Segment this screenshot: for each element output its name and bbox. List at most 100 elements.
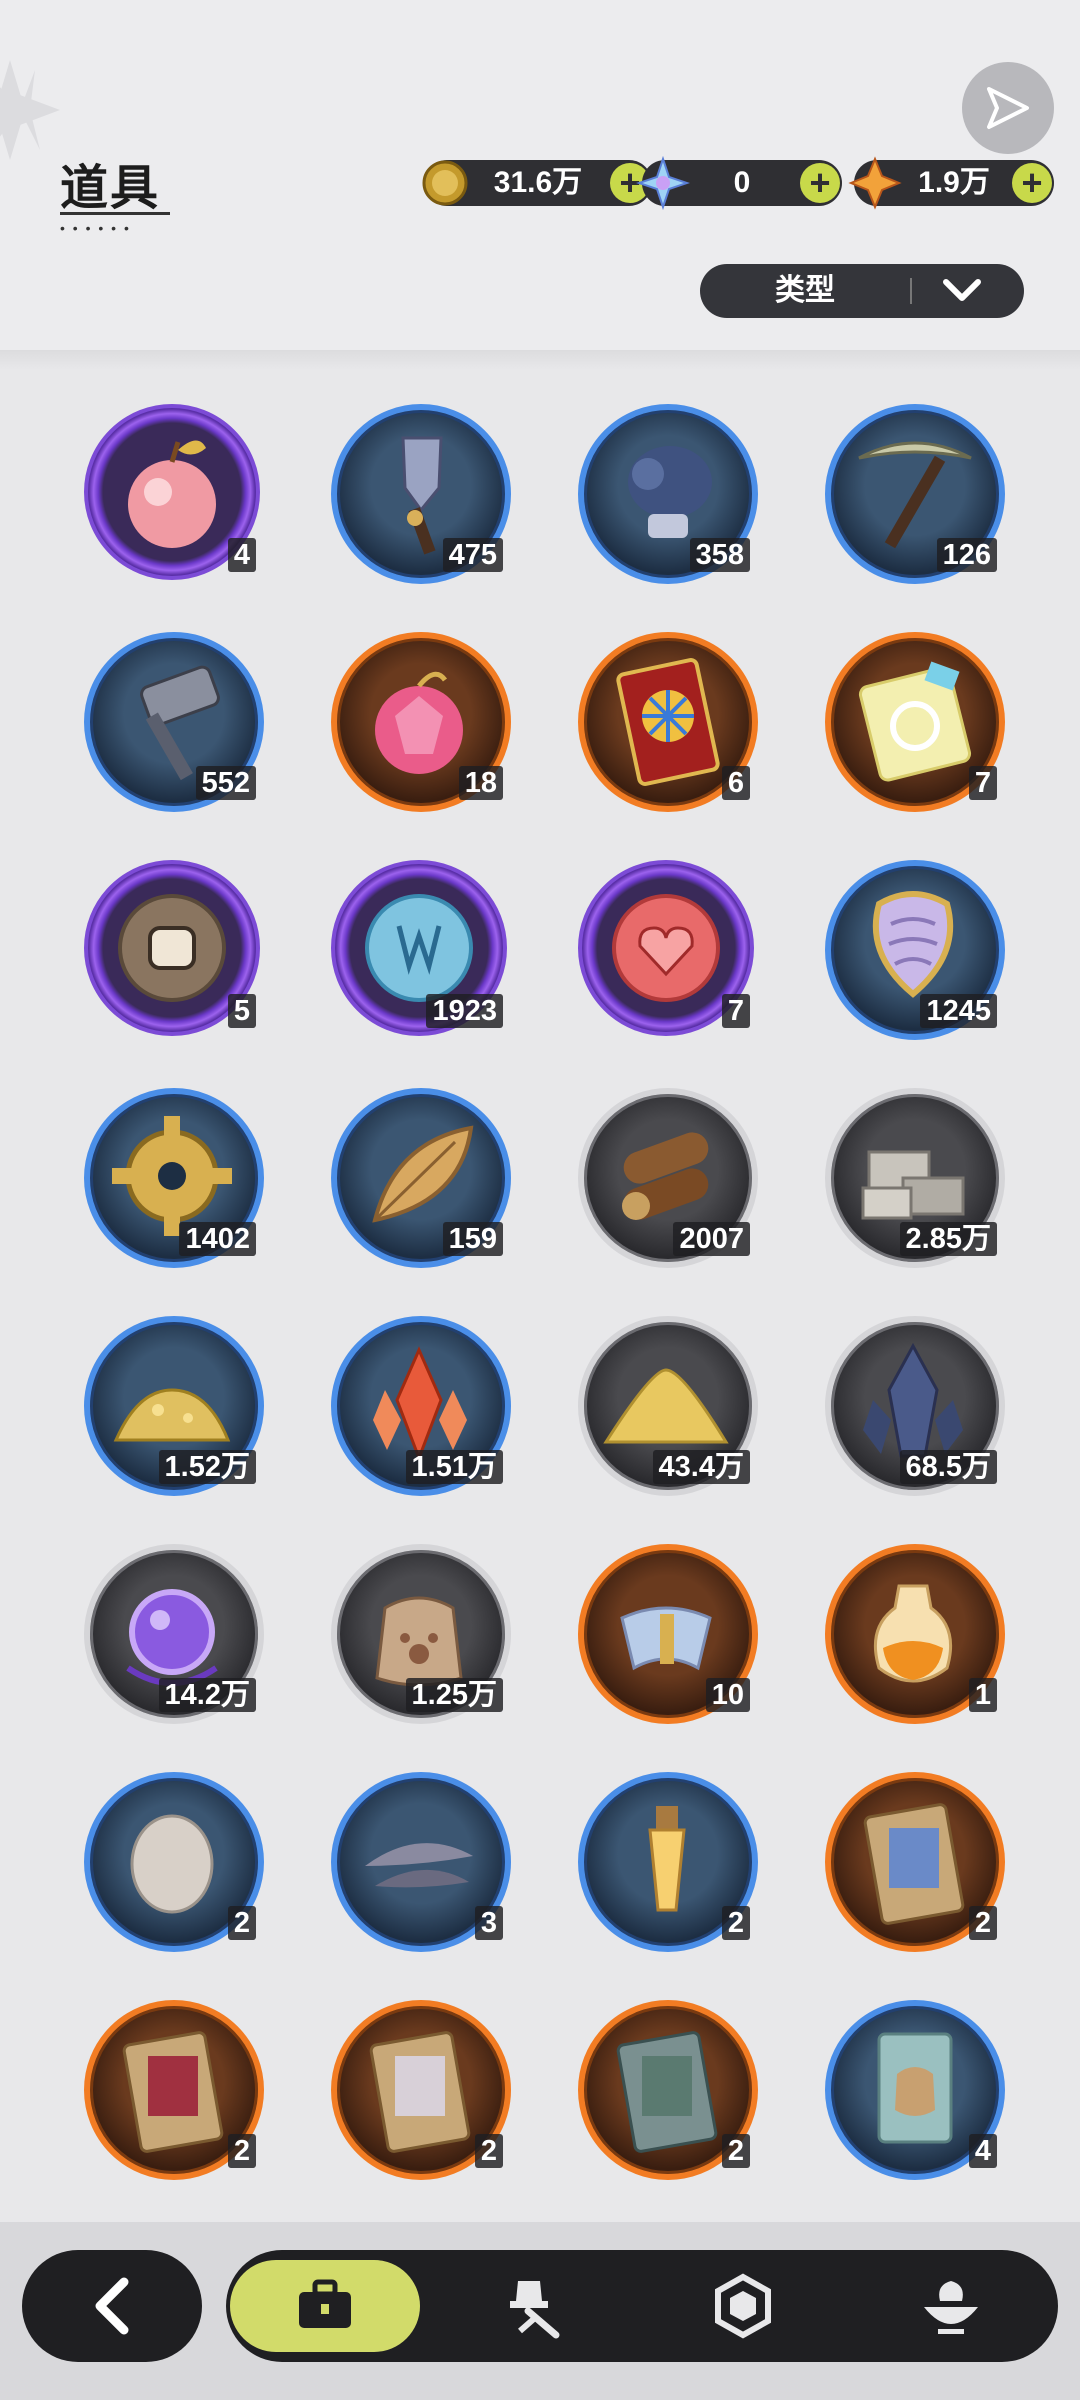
item-quantity: 2 [721, 1906, 750, 1940]
feathers-icon [365, 1843, 473, 1888]
item-quantity: 14.2万 [158, 1678, 256, 1712]
item-quantity: 5 [227, 994, 256, 1028]
item-slot[interactable]: 4 [825, 2000, 1005, 2180]
item-quantity: 68.5万 [899, 1450, 997, 1484]
item-quantity: 1.52万 [158, 1450, 256, 1484]
item-slot[interactable]: 2.85万 [825, 1088, 1005, 1268]
item-quantity: 4 [968, 2134, 997, 2168]
item-slot[interactable]: 43.4万 [578, 1316, 758, 1496]
item-quantity: 1245 [920, 994, 997, 1028]
item-slot[interactable]: 10 [578, 1544, 758, 1724]
star-crystal-amount: 0 [733, 166, 751, 199]
item-slot[interactable]: 1923 [331, 860, 507, 1036]
item-quantity: 2.85万 [899, 1222, 997, 1256]
album-white-icon [369, 2031, 471, 2153]
add-orange-crystal-button[interactable]: + [1012, 163, 1052, 203]
orange-crystal-amount: 1.9万 [918, 166, 990, 199]
bag-icon [299, 2279, 351, 2328]
item-slot[interactable]: 6 [578, 632, 758, 812]
item-quantity: 126 [936, 538, 997, 572]
album-green-icon [616, 2031, 718, 2153]
album-red-icon [122, 2031, 224, 2153]
item-slot[interactable]: 2 [331, 2000, 511, 2180]
item-slot[interactable]: 7 [825, 632, 1005, 812]
title-underline [60, 212, 170, 215]
item-slot[interactable]: 14.2万 [84, 1544, 264, 1724]
type-filter-dropdown[interactable]: 类型 [700, 264, 1024, 318]
hexagon-icon [715, 2273, 771, 2339]
wheel-ticket-icon [616, 658, 720, 786]
currency-gold: 31.6万 + [422, 160, 652, 206]
item-quantity: 3 [474, 1906, 503, 1940]
item-slot[interactable]: 2007 [578, 1088, 758, 1268]
item-quantity: 1 [968, 1678, 997, 1712]
rainbow-ticket-icon [858, 661, 972, 782]
filter-separator [910, 278, 912, 304]
item-quantity: 2 [968, 1906, 997, 1940]
currency-orange-crystal: 1.9万 + [848, 156, 1054, 210]
item-quantity: 1923 [426, 994, 503, 1028]
header: 道具 • • • • • • 31.6万 + 0 + 1.9万 + 类型 [0, 0, 1080, 350]
item-quantity: 10 [705, 1678, 750, 1712]
back-arrow-icon [95, 2277, 129, 2335]
item-quantity: 7 [721, 994, 750, 1028]
item-quantity: 159 [442, 1222, 503, 1256]
header-shadow [0, 350, 1080, 370]
item-quantity: 2 [721, 2134, 750, 2168]
chevron-down-icon [943, 279, 981, 301]
egg-icon [130, 1814, 214, 1914]
item-slot[interactable]: 5 [84, 860, 260, 1036]
item-slot[interactable]: 1.25万 [331, 1544, 511, 1724]
item-slot[interactable]: 2 [825, 1772, 1005, 1952]
album-blue-icon [863, 1803, 965, 1925]
back-button[interactable] [22, 2250, 202, 2362]
item-quantity: 43.4万 [652, 1450, 750, 1484]
tab-food[interactable] [856, 2260, 1046, 2352]
item-slot[interactable]: 3 [331, 1772, 511, 1952]
tab-items[interactable] [230, 2260, 420, 2352]
item-slot[interactable]: 1.52万 [84, 1316, 264, 1496]
item-slot[interactable]: 1402 [84, 1088, 264, 1268]
item-slot[interactable]: 18 [331, 632, 511, 812]
item-slot[interactable]: 2 [84, 1772, 264, 1952]
potion-icon [873, 1584, 953, 1683]
share-button[interactable] [962, 62, 1054, 154]
item-quantity: 1.25万 [405, 1678, 503, 1712]
item-slot[interactable]: 1.51万 [331, 1316, 511, 1496]
card-icon [877, 2032, 953, 2144]
page-title: 道具 [60, 162, 161, 215]
item-slot[interactable]: 1245 [825, 860, 1005, 1040]
hat-sword-icon [510, 2281, 560, 2339]
item-slot[interactable]: 2 [84, 2000, 264, 2180]
item-quantity: 18 [458, 766, 503, 800]
item-slot[interactable]: 475 [331, 404, 511, 584]
item-quantity: 4 [227, 538, 256, 572]
item-slot[interactable]: 159 [331, 1088, 511, 1268]
item-slot[interactable]: 126 [825, 404, 1005, 584]
item-slot[interactable]: 7 [578, 860, 754, 1036]
item-quantity: 475 [442, 538, 503, 572]
item-slot[interactable]: 68.5万 [825, 1316, 1005, 1496]
item-slot[interactable]: 1 [825, 1544, 1005, 1724]
item-slot[interactable]: 358 [578, 404, 758, 584]
bowl-icon [924, 2281, 978, 2334]
item-quantity: 2 [227, 1906, 256, 1940]
currency-star-crystal: 0 + [636, 156, 842, 210]
item-slot[interactable]: 552 [84, 632, 264, 812]
item-slot[interactable]: 2 [578, 1772, 758, 1952]
tab-equipment[interactable] [440, 2260, 630, 2352]
item-quantity: 358 [689, 538, 750, 572]
item-slot[interactable]: 2 [578, 2000, 758, 2180]
heart-coin-icon [612, 894, 720, 1002]
item-quantity: 6 [721, 766, 750, 800]
add-star-crystal-button[interactable]: + [800, 163, 840, 203]
item-quantity: 2007 [673, 1222, 750, 1256]
item-quantity: 2 [474, 2134, 503, 2168]
item-quantity: 552 [195, 766, 256, 800]
item-slot[interactable]: 4 [84, 404, 260, 580]
title-dots-decoration: • • • • • • [60, 220, 131, 236]
tab-materials[interactable] [648, 2260, 838, 2352]
type-filter-label: 类型 [775, 274, 835, 307]
bottom-tab-bar [226, 2250, 1058, 2362]
item-quantity: 7 [968, 766, 997, 800]
